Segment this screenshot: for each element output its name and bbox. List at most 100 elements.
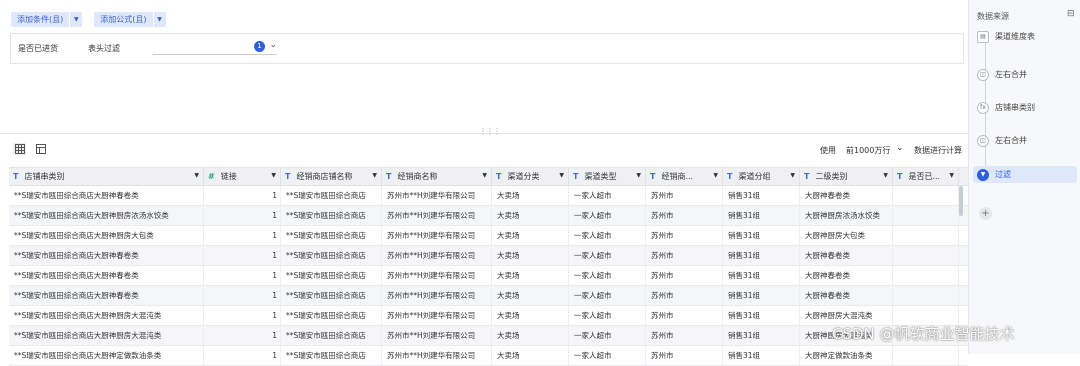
column-header[interactable]: T 店铺串类别 ▼ [9,168,204,185]
column-header[interactable]: T 经销商名称 ▼ [382,168,492,185]
table-cell[interactable]: 销售31组 [723,226,800,245]
table-cell[interactable]: 一家人超市 [569,306,646,325]
row-limit-select[interactable]: 前1000万行 [846,145,890,156]
table-cell[interactable]: 苏州市 [646,206,723,225]
table-cell[interactable]: 销售31组 [723,346,800,365]
column-header[interactable]: T 经销商... ▼ [646,168,723,185]
table-cell[interactable]: 一家人超市 [569,186,646,205]
table-cell[interactable]: **S瑞安市瓯田综合商店 [281,306,382,325]
table-row[interactable]: **S瑞安市瓯田综合商店大厨神厨房浓汤水饺类 1 **S瑞安市瓯田综合商店 苏州市**… [9,206,968,226]
table-cell[interactable]: **S瑞安市瓯田综合商店大厨神春卷类 [9,286,204,305]
chevron-down-icon[interactable]: ▼ [153,12,166,27]
table-cell[interactable]: 一家人超市 [569,326,646,345]
table-cell[interactable]: 苏州市**H刘建华有限公司 [382,286,492,305]
pipeline-step[interactable]: ◫ 左右合并 [977,132,1073,149]
table-cell[interactable]: 苏州市**H刘建华有限公司 [382,306,492,325]
column-header[interactable]: T 渠道分组 ▼ [723,168,800,185]
table-cell[interactable]: **S瑞安市瓯田综合商店大厨神厨房大混沌类 [9,326,204,345]
table-cell[interactable]: **S瑞安市瓯田综合商店 [281,346,382,365]
table-cell[interactable]: 苏州市 [646,266,723,285]
table-cell[interactable]: 大卖场 [492,286,569,305]
table-row[interactable]: **S瑞安市瓯田综合商店大厨神定做款油条类 1 **S瑞安市瓯田综合商店 苏州市**H… [9,346,968,366]
column-header[interactable]: T 渠道类型 ▼ [569,168,646,185]
table-cell[interactable]: 1 [204,306,281,325]
add-formula-button[interactable]: 添加公式(且) ▼ [94,12,166,27]
table-cell[interactable]: 1 [204,286,281,305]
vertical-scrollbar[interactable] [959,186,963,216]
caret-down-icon[interactable]: ▼ [949,172,954,179]
table-cell[interactable]: **S瑞安市瓯田综合商店 [281,206,382,225]
caret-down-icon[interactable]: ▼ [271,172,276,179]
table-cell[interactable]: 大厨神厨房大包类 [800,226,893,245]
pipeline-step[interactable]: fx 店铺串类别 [977,99,1073,116]
table-row[interactable]: **S瑞安市瓯田综合商店大厨神春卷类 1 **S瑞安市瓯田综合商店 苏州市**H刘建华… [9,266,968,286]
table-cell[interactable]: 大厨神春卷类 [800,186,893,205]
table-cell[interactable]: 1 [204,266,281,285]
table-cell[interactable]: 大卖场 [492,346,569,365]
table-cell[interactable]: 苏州市**H刘建华有限公司 [382,206,492,225]
table-cell[interactable]: 苏州市 [646,226,723,245]
caret-down-icon[interactable]: ▼ [636,172,641,179]
collapse-icon[interactable]: ⊟ [1067,9,1075,19]
table-row[interactable]: **S瑞安市瓯田综合商店大厨神春卷类 1 **S瑞安市瓯田综合商店 苏州市**H刘建华… [9,186,968,206]
table-cell[interactable]: 大卖场 [492,246,569,265]
caret-down-icon[interactable]: ▼ [713,172,718,179]
caret-down-icon[interactable]: ▼ [790,172,795,179]
table-cell[interactable] [893,186,959,205]
table-cell[interactable]: 大厨神定做款油条类 [800,346,893,365]
table-cell[interactable]: 1 [204,186,281,205]
table-cell[interactable]: 苏州市 [646,286,723,305]
table-cell[interactable]: 销售31组 [723,246,800,265]
table-cell[interactable]: **S瑞安市瓯田综合商店大厨神厨房大混沌类 [9,306,204,325]
table-cell[interactable]: 苏州市**H刘建华有限公司 [382,246,492,265]
add-step-button[interactable]: + [979,207,992,220]
caret-down-icon[interactable]: ▼ [883,172,888,179]
table-cell[interactable] [893,266,959,285]
condition-operator[interactable]: 表头过滤 [88,43,120,54]
add-condition-label[interactable]: 添加条件(且) [11,12,70,27]
table-cell[interactable]: 1 [204,326,281,345]
table-cell[interactable]: 苏州市 [646,346,723,365]
table-cell[interactable]: 1 [204,206,281,225]
table-view-button[interactable] [34,143,47,155]
column-header[interactable]: T 二级类别 ▼ [800,168,893,185]
table-cell[interactable]: **S瑞安市瓯田综合商店大厨神春卷类 [9,246,204,265]
grid-view-button[interactable] [13,143,26,155]
table-cell[interactable]: 一家人超市 [569,346,646,365]
table-cell[interactable]: 销售31组 [723,206,800,225]
table-cell[interactable]: 销售31组 [723,306,800,325]
add-formula-label[interactable]: 添加公式(且) [94,12,153,27]
table-cell[interactable]: 大卖场 [492,306,569,325]
pipeline-step[interactable]: ◫ 左右合并 [977,66,1073,83]
column-header[interactable]: # 链接 ▼ [204,168,281,185]
table-cell[interactable]: **S瑞安市瓯田综合商店大厨神定做款油条类 [9,346,204,365]
table-cell[interactable]: **S瑞安市瓯田综合商店大厨神厨房浓汤水饺类 [9,206,204,225]
table-cell[interactable]: 一家人超市 [569,246,646,265]
table-cell[interactable]: 大卖场 [492,266,569,285]
table-cell[interactable] [893,346,959,365]
table-cell[interactable]: **S瑞安市瓯田综合商店 [281,286,382,305]
caret-down-icon[interactable]: ▼ [559,172,564,179]
column-header[interactable]: T 经销商店铺名称 ▼ [281,168,382,185]
condition-value-select[interactable]: 1 ⌄ [153,40,277,55]
table-cell[interactable]: 大厨神春卷类 [800,286,893,305]
chevron-down-icon[interactable]: ▼ [70,12,83,27]
table-cell[interactable]: 一家人超市 [569,266,646,285]
table-cell[interactable] [893,206,959,225]
caret-down-icon[interactable]: ▼ [482,172,487,179]
column-header[interactable]: T 是否已... ▼ [893,168,959,185]
table-cell[interactable]: 销售31组 [723,326,800,345]
table-cell[interactable]: 销售31组 [723,286,800,305]
table-cell[interactable]: 大厨神春卷类 [800,266,893,285]
pipeline-step[interactable]: ▼ 过滤 [973,166,1077,183]
table-row[interactable]: **S瑞安市瓯田综合商店大厨神厨房大包类 1 **S瑞安市瓯田综合商店 苏州市**H刘… [9,226,968,246]
table-cell[interactable]: **S瑞安市瓯田综合商店 [281,266,382,285]
table-cell[interactable]: **S瑞安市瓯田综合商店大厨神春卷类 [9,266,204,285]
chevron-down-icon[interactable]: ⌄ [896,143,904,153]
table-cell[interactable]: 销售31组 [723,186,800,205]
table-cell[interactable]: 大厨神厨房浓汤水饺类 [800,206,893,225]
resize-handle-icon[interactable]: ⋮⋮⋮ [479,127,501,136]
table-cell[interactable]: 苏州市**H刘建华有限公司 [382,326,492,345]
table-cell[interactable]: 苏州市 [646,186,723,205]
table-cell[interactable]: 苏州市 [646,306,723,325]
